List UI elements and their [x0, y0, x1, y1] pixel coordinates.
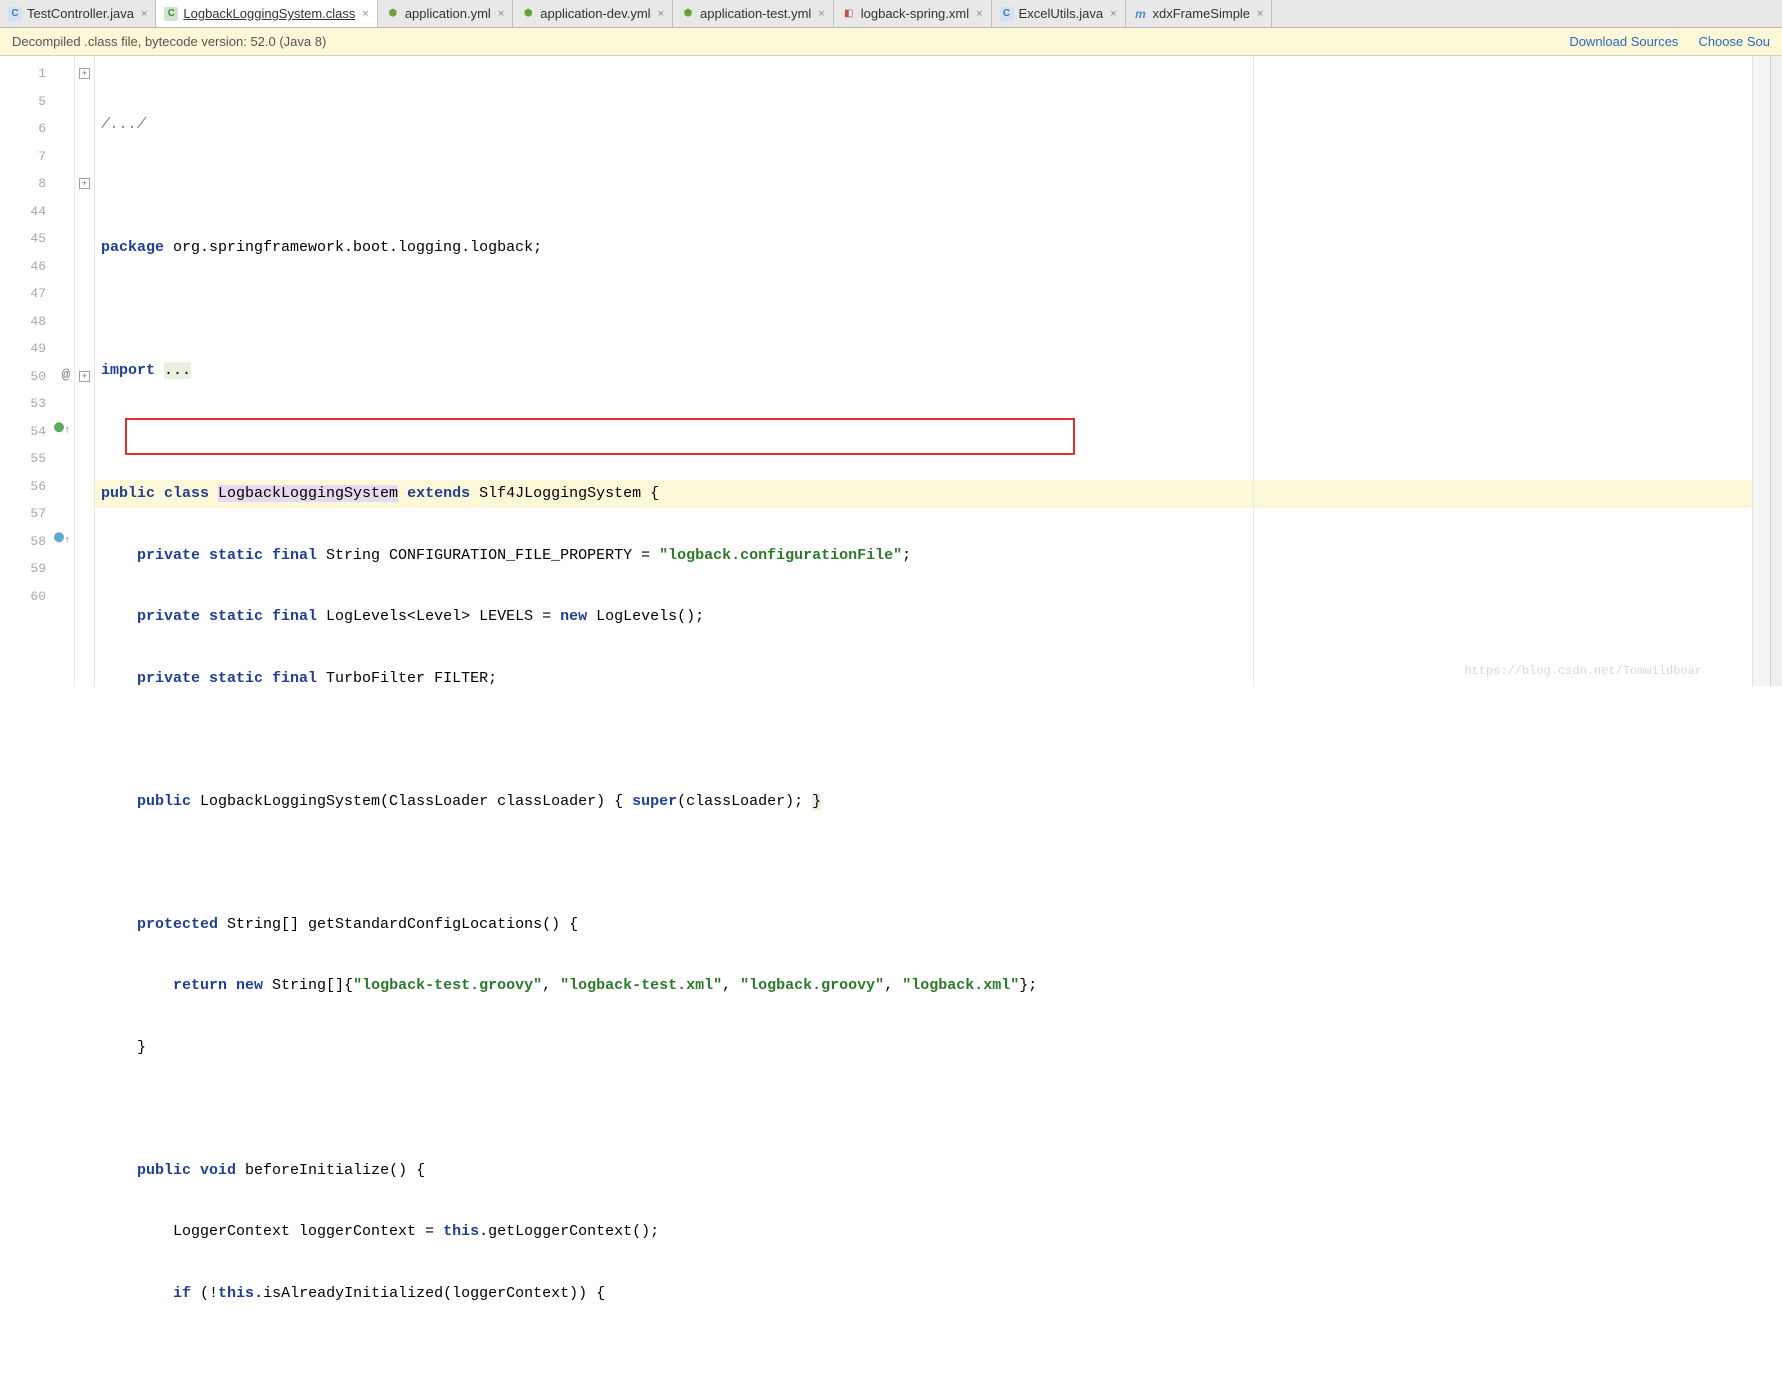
tab-label: xdxFrameSimple	[1153, 6, 1251, 21]
choose-sources-link[interactable]: Choose Sou	[1698, 34, 1770, 49]
close-icon[interactable]: ×	[976, 8, 982, 20]
tab-logback-spring-xml[interactable]: ◧ logback-spring.xml ×	[834, 0, 992, 27]
line-number: 50@	[0, 363, 74, 391]
tab-label: LogbackLoggingSystem.class	[183, 6, 355, 21]
close-icon[interactable]: ×	[1110, 8, 1116, 20]
close-icon[interactable]: ×	[1257, 8, 1263, 20]
tab-application-yml[interactable]: ⬢ application.yml ×	[378, 0, 513, 27]
line-number: 54↑	[0, 418, 74, 446]
line-number: 5	[0, 88, 74, 116]
java-class-icon: C	[1000, 7, 1014, 21]
scrollbar[interactable]	[1752, 56, 1770, 686]
line-number: 55	[0, 445, 74, 473]
close-icon[interactable]: ×	[658, 8, 664, 20]
line-number: 7	[0, 143, 74, 171]
line-number: 6	[0, 115, 74, 143]
yml-icon: ⬢	[681, 7, 695, 21]
close-icon[interactable]: ×	[141, 8, 147, 20]
download-sources-link[interactable]: Download Sources	[1569, 34, 1678, 49]
editor: 1 5 6 7 8 44 45 46 47 48 49 50@ 53 54↑ 5…	[0, 56, 1782, 686]
line-number: 8	[0, 170, 74, 198]
line-number: 49	[0, 335, 74, 363]
line-number: 44	[0, 198, 74, 226]
tab-label: ExcelUtils.java	[1019, 6, 1104, 21]
java-class-icon: C	[8, 7, 22, 21]
close-icon[interactable]: ×	[362, 8, 368, 20]
maven-icon: m	[1134, 7, 1148, 21]
tab-label: application-dev.yml	[540, 6, 650, 21]
line-number: 58↑	[0, 528, 74, 556]
fold-expand-icon[interactable]: +	[79, 68, 90, 79]
tab-testcontroller[interactable]: C TestController.java ×	[0, 0, 156, 27]
overrides-marker-icon[interactable]: ↑	[54, 528, 70, 556]
banner-message: Decompiled .class file, bytecode version…	[12, 34, 326, 49]
fold-expand-icon[interactable]: +	[79, 178, 90, 189]
tab-xdxframesimple[interactable]: m xdxFrameSimple ×	[1126, 0, 1273, 27]
override-marker-icon[interactable]: @	[62, 363, 70, 391]
implements-marker-icon[interactable]: ↑	[54, 418, 70, 446]
code-editor[interactable]: /.../ package org.springframework.boot.l…	[95, 56, 1752, 686]
line-number: 53	[0, 390, 74, 418]
line-number: 47	[0, 280, 74, 308]
fold-expand-icon[interactable]: +	[79, 371, 90, 382]
decompiled-banner: Decompiled .class file, bytecode version…	[0, 28, 1782, 56]
tab-logbackloggingsystem[interactable]: C LogbackLoggingSystem.class ×	[156, 0, 377, 27]
xml-icon: ◧	[842, 7, 856, 21]
line-number: 48	[0, 308, 74, 336]
tab-application-dev-yml[interactable]: ⬢ application-dev.yml ×	[513, 0, 673, 27]
line-number: 1	[0, 60, 74, 88]
tab-application-test-yml[interactable]: ⬢ application-test.yml ×	[673, 0, 834, 27]
line-number: 46	[0, 253, 74, 281]
line-number: 60	[0, 583, 74, 611]
tab-label: TestController.java	[27, 6, 134, 21]
close-icon[interactable]: ×	[498, 8, 504, 20]
java-class-icon: C	[164, 7, 178, 21]
line-number: 57	[0, 500, 74, 528]
tab-label: logback-spring.xml	[861, 6, 969, 21]
yml-icon: ⬢	[521, 7, 535, 21]
line-number: 59	[0, 555, 74, 583]
watermark-text: https://blog.csdn.net/Tomwildboar	[1464, 664, 1702, 678]
line-number: 56	[0, 473, 74, 501]
yml-icon: ⬢	[386, 7, 400, 21]
error-stripe[interactable]	[1770, 56, 1782, 686]
line-number: 45	[0, 225, 74, 253]
tab-label: application-test.yml	[700, 6, 811, 21]
line-number-gutter[interactable]: 1 5 6 7 8 44 45 46 47 48 49 50@ 53 54↑ 5…	[0, 56, 75, 686]
tab-excelutils[interactable]: C ExcelUtils.java ×	[992, 0, 1126, 27]
code-comment: /.../	[101, 116, 146, 133]
tab-label: application.yml	[405, 6, 491, 21]
close-icon[interactable]: ×	[818, 8, 824, 20]
fold-gutter: + + +	[75, 56, 95, 686]
editor-tab-bar: C TestController.java × C LogbackLogging…	[0, 0, 1782, 28]
right-margin-line	[1253, 56, 1254, 686]
